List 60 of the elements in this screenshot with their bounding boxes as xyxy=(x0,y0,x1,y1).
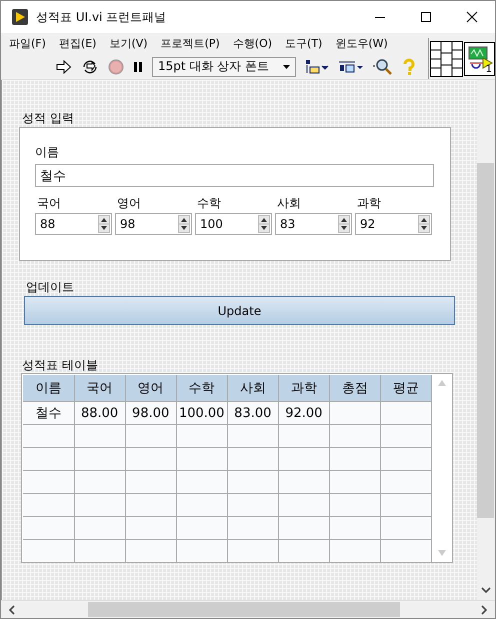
run-arrow-icon[interactable] xyxy=(56,60,72,74)
column-header: 총점 xyxy=(329,375,380,402)
menu-item[interactable]: 윈도우(W) xyxy=(335,36,388,51)
column-header: 수학 xyxy=(176,375,228,402)
spinner-icon[interactable] xyxy=(258,215,270,233)
update-button[interactable]: Update xyxy=(24,296,455,325)
table-cell: 88.00 xyxy=(80,406,118,420)
menu-item[interactable]: 파일(F) xyxy=(9,36,46,51)
scroll-down-icon[interactable] xyxy=(480,586,490,594)
table-cell: 100.00 xyxy=(178,406,224,420)
table-cell: 철수 xyxy=(35,406,62,421)
spinner-icon[interactable] xyxy=(418,215,430,233)
field-label: 국어 xyxy=(36,195,62,212)
menu-item[interactable]: 편집(E) xyxy=(58,36,96,51)
scroll-left-icon[interactable] xyxy=(8,604,16,614)
menu-item[interactable]: 보기(V) xyxy=(109,36,148,51)
column-header: 이름 xyxy=(23,375,74,402)
numeric-field[interactable]: 83 xyxy=(275,213,352,235)
vi-icon[interactable]: 1 xyxy=(464,42,495,76)
field-label: 이름 xyxy=(35,144,60,161)
column-header: 영어 xyxy=(125,375,176,402)
cluster-label: 성적 입력 xyxy=(22,110,75,127)
column-header: 사회 xyxy=(227,375,278,402)
field-label: 과학 xyxy=(356,195,382,212)
scroll-right-icon[interactable] xyxy=(480,604,488,614)
column-header: 국어 xyxy=(74,375,126,402)
window-title: 성적표 UI.vi 프런트패널 xyxy=(36,8,166,26)
table-cell: 92.00 xyxy=(285,406,322,420)
table-cell: 83.00 xyxy=(234,406,272,420)
maximize-icon[interactable] xyxy=(420,11,432,23)
table-label: 성적표 테이블 xyxy=(22,357,99,373)
spinner-icon[interactable] xyxy=(98,215,110,233)
connector-pane-icon[interactable] xyxy=(430,40,463,76)
menu-item[interactable]: 수행(O) xyxy=(232,36,272,51)
numeric-field[interactable]: 92 xyxy=(355,213,432,235)
font-dropdown[interactable]: 15pt 대화 상자 폰트 xyxy=(152,56,296,76)
button-label: 업데이트 xyxy=(26,279,75,296)
menu-item[interactable]: 프로젝트(P) xyxy=(160,36,220,51)
field-label: 사회 xyxy=(276,195,302,212)
caret-icon xyxy=(283,64,290,68)
numeric-field[interactable]: 100 xyxy=(195,213,272,235)
column-header: 과학 xyxy=(278,375,330,402)
menu-item[interactable]: 도구(T) xyxy=(285,36,322,51)
pause-icon[interactable] xyxy=(133,60,143,72)
horizontal-scrollbar[interactable] xyxy=(1,600,495,618)
numeric-field[interactable]: 98 xyxy=(115,213,192,235)
distribute-icon[interactable] xyxy=(338,58,364,74)
field-label: 영어 xyxy=(116,195,142,212)
app-icon xyxy=(12,9,28,25)
table-cell: 98.00 xyxy=(132,406,170,420)
numeric-field[interactable]: 88 xyxy=(35,213,112,235)
close-icon[interactable] xyxy=(466,11,478,23)
spinner-icon[interactable] xyxy=(178,215,190,233)
search-icon[interactable] xyxy=(373,58,393,76)
field-label: 수학 xyxy=(196,195,222,212)
name-field[interactable]: 철수 xyxy=(35,164,434,187)
run-continuously-icon[interactable] xyxy=(81,58,99,74)
spinner-icon[interactable] xyxy=(338,215,350,233)
column-header: 평균 xyxy=(380,375,432,402)
align-icon[interactable] xyxy=(305,58,329,74)
